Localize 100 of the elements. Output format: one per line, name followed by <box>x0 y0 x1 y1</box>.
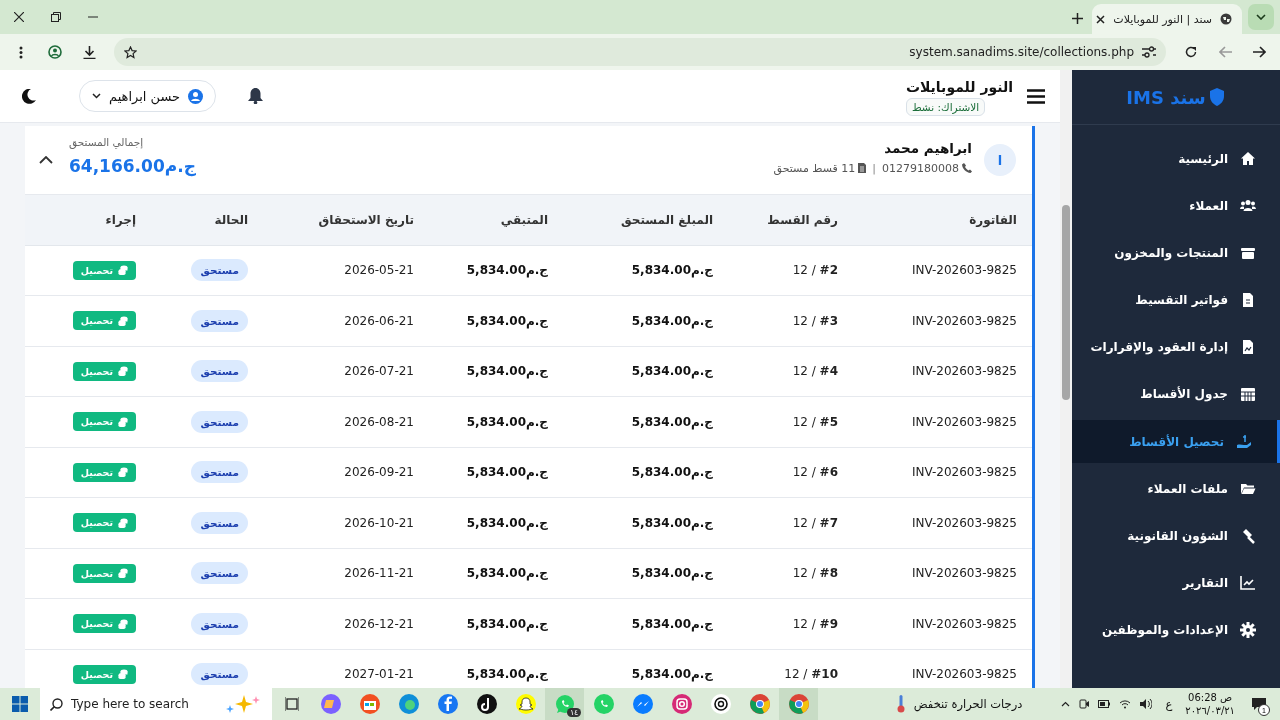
collapse-button[interactable] <box>39 156 53 164</box>
search-icon <box>50 697 63 711</box>
sidebar-item[interactable]: الإعدادات والموظفين <box>1072 608 1280 652</box>
notifications-button[interactable] <box>248 88 264 104</box>
home-icon <box>1240 150 1256 167</box>
amount-cell: ج.م5,834.00 <box>631 414 713 429</box>
remaining-cell: ج.م5,834.00 <box>466 465 548 480</box>
status-badge: مستحق <box>191 410 248 433</box>
amount-cell: ج.م5,834.00 <box>631 263 713 278</box>
status-badge: مستحق <box>191 461 248 484</box>
invoice-cell: INV-202603-9825 <box>911 667 1017 682</box>
status-badge: مستحق <box>191 309 248 332</box>
app-icon <box>592 693 615 715</box>
arrow-left-icon <box>1218 46 1232 58</box>
amount-cell: ج.م5,834.00 <box>631 667 713 682</box>
menu-button[interactable] <box>1027 88 1045 104</box>
total-label: إجمالي المستحق <box>69 136 144 148</box>
globe-icon <box>1220 13 1232 25</box>
app-icon <box>436 693 459 715</box>
chevron-down-icon <box>1256 14 1266 20</box>
invoice-cell: INV-202603-9825 <box>911 515 1017 530</box>
sidebar-item[interactable]: المنتجات والمخزون <box>1072 231 1280 275</box>
theme-toggle-button[interactable] <box>22 88 36 104</box>
installment-cell: 12 / #7 <box>792 515 838 530</box>
windows-icon <box>12 696 28 712</box>
status-badge: مستحق <box>191 663 248 686</box>
thermometer-icon <box>896 695 905 713</box>
due-date-cell: 2026-07-21 <box>344 364 414 379</box>
document-icon <box>1240 339 1256 356</box>
due-date-cell: 2026-10-21 <box>344 515 414 530</box>
chevron-up-icon <box>39 156 53 164</box>
invoice-cell: INV-202603-9825 <box>911 263 1017 278</box>
sidebar-item[interactable]: ملفات العملاء <box>1072 467 1280 511</box>
chevron-up-icon <box>1061 701 1071 707</box>
sidebar-item[interactable]: جدول الأقساط <box>1072 372 1280 416</box>
address-bar[interactable]: system.sanadims.site/collections.php <box>114 38 1166 66</box>
status-badge: مستحق <box>191 562 248 585</box>
installment-cell: 12 / #2 <box>792 263 838 278</box>
sidebar-item[interactable]: الرئيسية <box>1072 137 1280 180</box>
unread-badge: ١٤ <box>567 708 581 717</box>
taskbar-search-field[interactable]: Type here to search <box>40 688 272 720</box>
remaining-cell: ج.م5,834.00 <box>466 566 548 581</box>
weather-text: درجات الحرارة تنخفض <box>913 697 1023 711</box>
amount-cell: ج.م5,834.00 <box>631 313 713 328</box>
sidebar-item[interactable]: تحصيل الأقساط <box>1072 420 1280 464</box>
app-icon <box>748 693 771 715</box>
tune-icon <box>1142 46 1156 58</box>
restore-icon <box>50 12 61 22</box>
scrollbar[interactable] <box>1060 70 1072 688</box>
taskbar-app-button[interactable]: ١٤ <box>545 688 584 720</box>
shield-icon <box>1207 87 1226 107</box>
store-name: النور للموبايلات <box>905 79 1013 95</box>
due-date-cell: 2027-01-21 <box>344 667 414 682</box>
input-language[interactable]: ع <box>1165 697 1173 711</box>
installment-cell: 12 / #6 <box>792 465 838 480</box>
calendar-icon <box>1240 386 1256 403</box>
invoice-cell: INV-202603-9825 <box>911 364 1017 379</box>
customer-name: ابراهيم محمد <box>883 139 972 156</box>
installment-cell: 12 / #4 <box>792 364 838 379</box>
remaining-cell: ج.م5,834.00 <box>466 667 548 682</box>
arrow-right-icon <box>1252 46 1266 58</box>
tab-list-button[interactable] <box>1248 4 1274 30</box>
sidebar-item[interactable]: إدارة العقود والإقرارات <box>1072 325 1280 369</box>
subscription-badge: الاشتراك: نشط <box>905 98 986 116</box>
column-header: رقم القسط <box>728 195 853 245</box>
brand-logo: سند IMS <box>1126 86 1206 108</box>
sidebar-item[interactable]: التقارير <box>1072 561 1280 605</box>
app-icon <box>397 693 420 715</box>
app-icon <box>319 693 342 715</box>
hand-coin-icon <box>1236 433 1252 450</box>
column-header: المبلغ المستحق <box>563 195 728 245</box>
invoice-cell: INV-202603-9825 <box>911 616 1017 631</box>
menu-icon <box>1027 88 1045 104</box>
total-amount: ج.م64,166.00 <box>69 156 196 176</box>
remaining-cell: ج.م5,834.00 <box>466 313 548 328</box>
amount-cell: ج.م5,834.00 <box>631 364 713 379</box>
amount-cell: ج.م5,834.00 <box>631 515 713 530</box>
due-date-cell: 2026-11-21 <box>344 566 414 581</box>
status-badge: مستحق <box>191 259 248 282</box>
profile-icon <box>48 45 62 59</box>
sidebar-item[interactable]: فواتير التقسيط <box>1072 278 1280 322</box>
browser-tab[interactable]: سند | النور للموبايلات <box>1092 4 1242 34</box>
close-icon <box>13 12 24 22</box>
column-header: تاريخ الاستحقاق <box>263 195 429 245</box>
users-icon <box>1240 197 1256 214</box>
invoice-icon <box>858 163 867 173</box>
status-badge: مستحق <box>191 612 248 635</box>
speaker-icon <box>1140 699 1153 709</box>
column-header: إجراء <box>25 195 151 245</box>
app-icon <box>787 693 810 715</box>
installment-cell: 12 / #8 <box>792 566 838 581</box>
star-icon <box>124 45 137 59</box>
remaining-cell: ج.م5,834.00 <box>466 414 548 429</box>
remaining-cell: ج.م5,834.00 <box>466 263 548 278</box>
chart-icon <box>1240 575 1256 592</box>
sidebar-item[interactable]: الشؤون القانونية <box>1072 514 1280 558</box>
user-menu-button[interactable]: حسن ابراهيم <box>79 80 217 112</box>
sidebar-item[interactable]: العملاء <box>1072 184 1280 228</box>
amount-cell: ج.م5,834.00 <box>631 616 713 631</box>
battery-icon <box>1098 700 1111 708</box>
